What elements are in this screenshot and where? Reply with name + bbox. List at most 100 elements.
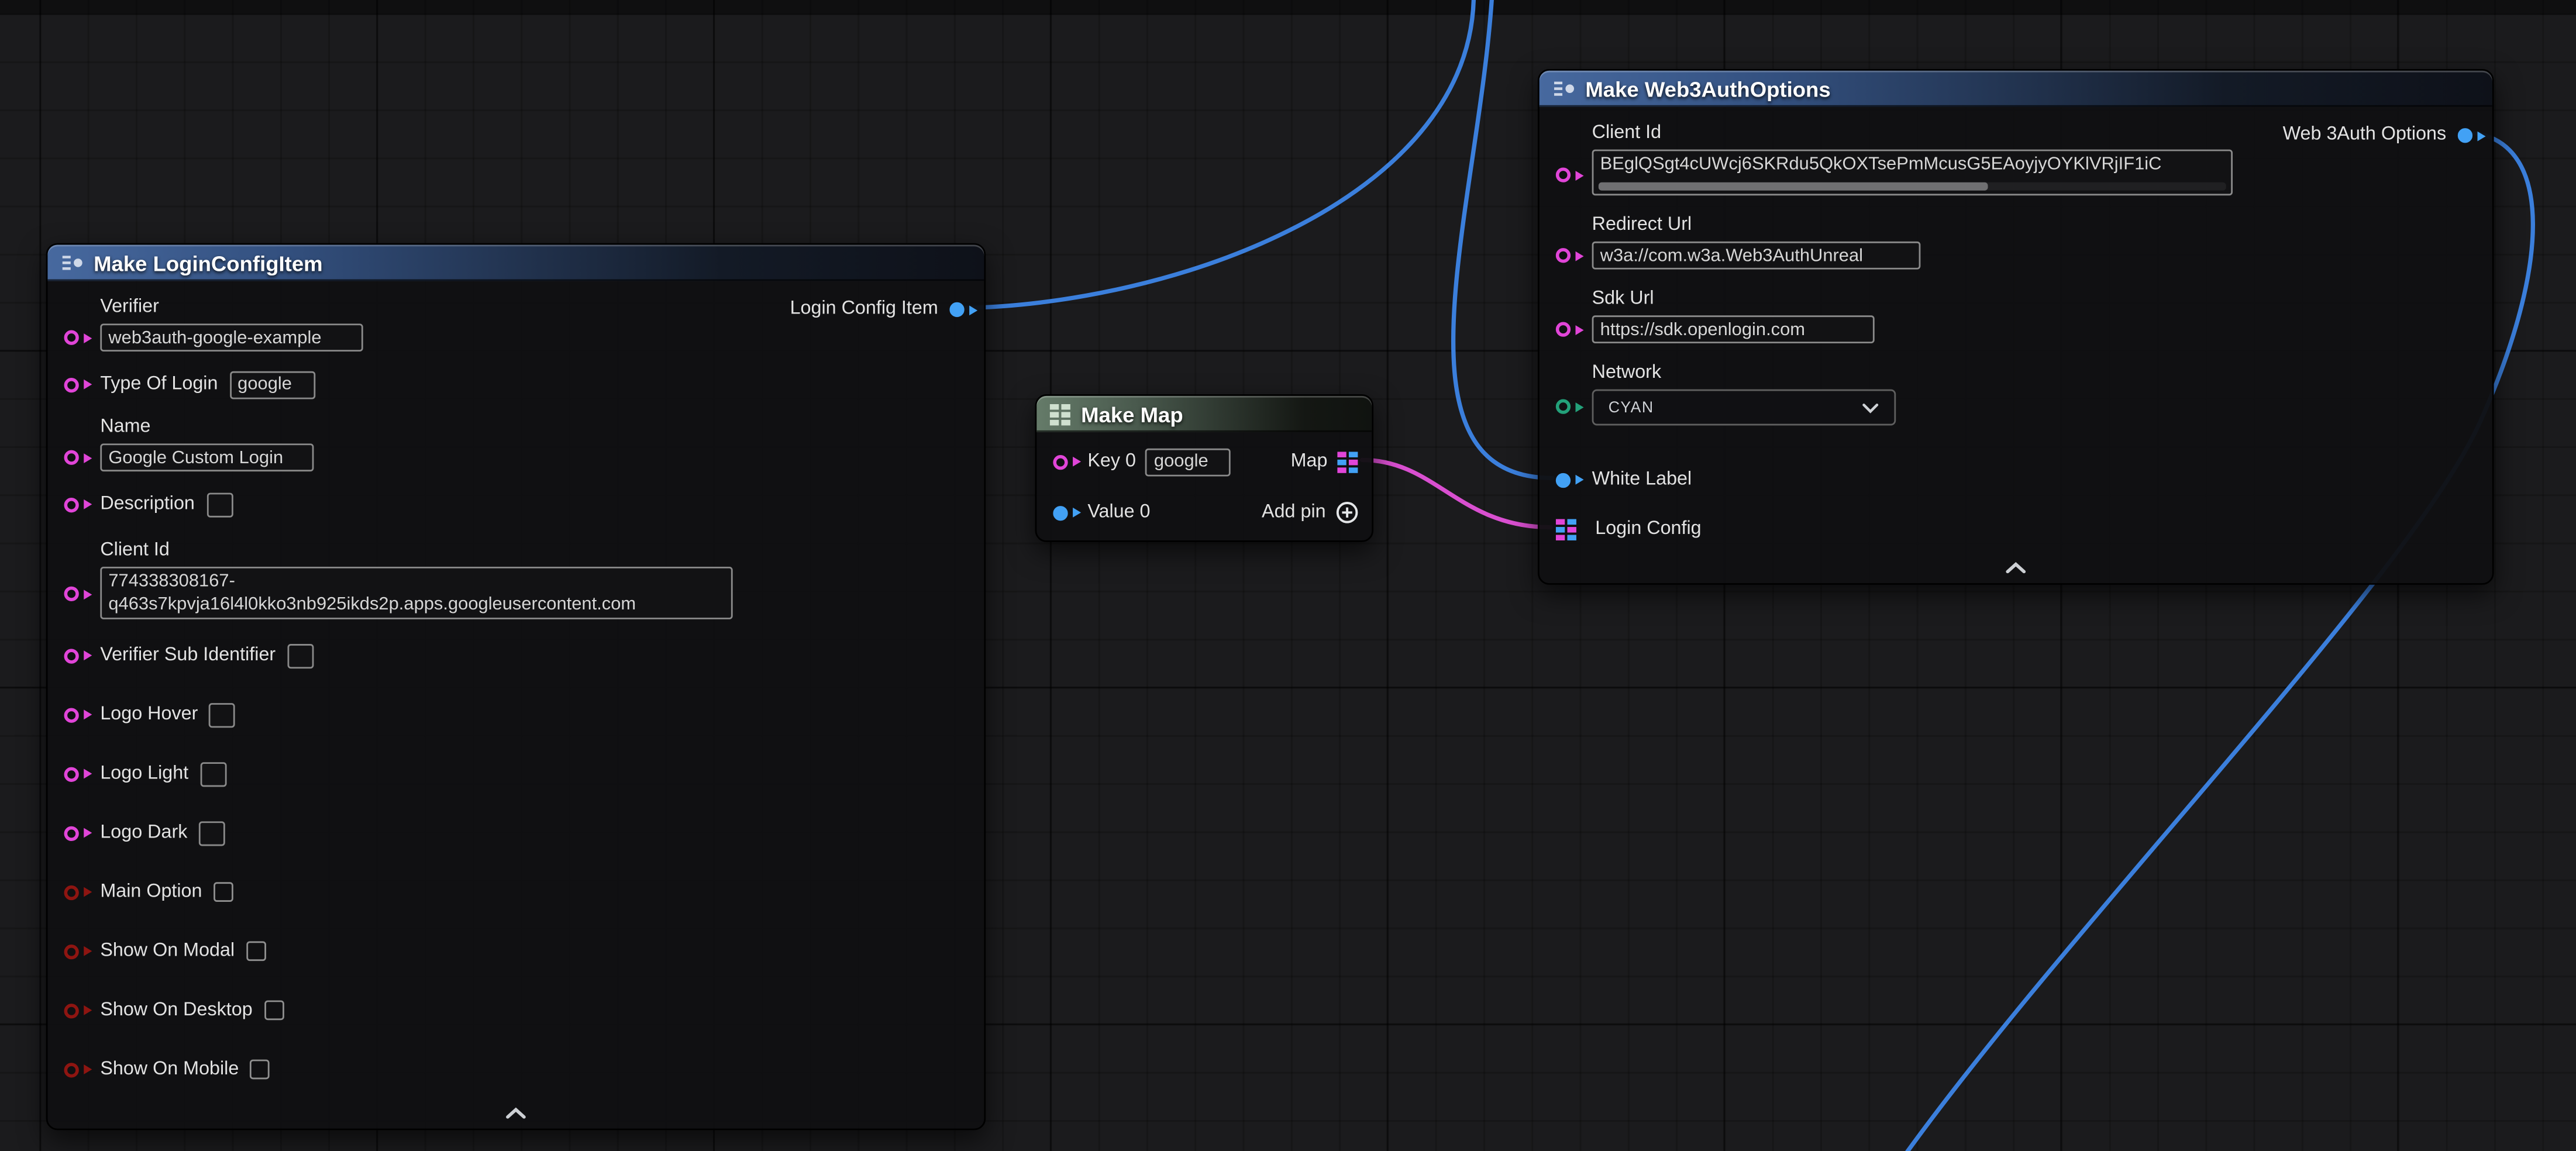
string-pin[interactable] [64, 707, 79, 722]
collapse-chevron-icon[interactable] [2005, 562, 2027, 574]
name-input[interactable] [100, 443, 314, 471]
pin-group-client-id: Client Id 774338308167-q463s7kpvja16l4l0… [64, 540, 965, 619]
pin-row-logo-dark: Logo Dark [64, 816, 965, 849]
pin-row-white-label: White Label [1556, 463, 2472, 496]
pin-row-description: Description [64, 488, 965, 521]
main-option-checkbox[interactable] [213, 882, 233, 902]
pin-label: Main Option [100, 881, 202, 903]
collapse-chevron-icon[interactable] [504, 1107, 527, 1119]
boolean-pin[interactable] [64, 1003, 79, 1018]
pin-group-network: Network CYAN [1556, 363, 2472, 426]
pin-group-sdk-url: Sdk Url [1556, 289, 2472, 343]
node-make-map[interactable]: Make Map Key 0 Map [1035, 394, 1373, 542]
node-make-web3authoptions[interactable]: Make Web3AuthOptions Web 3Auth Options C… [1538, 69, 2494, 585]
wire-map-to-login-config[interactable] [1362, 460, 1551, 527]
node-header[interactable]: Make Map [1036, 396, 1372, 432]
pin-label: Client Id [100, 540, 732, 562]
chevron-down-icon [1861, 402, 1879, 413]
show-on-modal-checkbox[interactable] [246, 941, 266, 961]
boolean-pin[interactable] [64, 1062, 79, 1077]
string-pin[interactable] [64, 377, 79, 392]
key0-left: Key 0 [1053, 447, 1231, 475]
pin-label: Key 0 [1087, 451, 1136, 473]
pin-row-show-on-mobile: Show On Mobile [64, 1053, 965, 1085]
description-input[interactable] [206, 492, 233, 516]
node-title: Make Map [1081, 402, 1183, 426]
key0-input[interactable] [1146, 447, 1231, 475]
add-pin-button[interactable]: Add pin [1262, 501, 1359, 524]
pin-label: Verifier Sub Identifier [100, 645, 275, 666]
pin-label: Show On Modal [100, 940, 235, 962]
boolean-pin[interactable] [64, 944, 79, 959]
node-make-loginconfigitem[interactable]: Make LoginConfigItem Login Config Item V… [46, 243, 986, 1131]
type-of-login-input[interactable] [229, 370, 315, 398]
pin-group-redirect-url: Redirect Url [1556, 215, 2472, 270]
client-id-input[interactable]: 774338308167-q463s7kpvja16l4l0kko3nb925i… [100, 567, 732, 619]
logo-light-input[interactable] [200, 761, 226, 786]
struct-pin[interactable] [1053, 505, 1067, 520]
node-title: Make Web3AuthOptions [1585, 77, 1830, 101]
wire-login-config-item-output[interactable] [965, 0, 1474, 308]
string-pin[interactable] [64, 766, 79, 781]
string-pin[interactable] [64, 497, 79, 512]
node-header[interactable]: Make LoginConfigItem [47, 244, 984, 281]
pin-row-login-config: Login Config [1556, 512, 2472, 545]
redirect-url-input[interactable] [1592, 242, 1921, 270]
pin-label: White Label [1592, 469, 1692, 491]
logo-hover-input[interactable] [209, 702, 236, 727]
enum-pin[interactable] [1556, 399, 1571, 414]
string-pin[interactable] [1556, 248, 1571, 263]
pin-group-name: Name [64, 417, 965, 471]
pin-label: Redirect Url [1592, 215, 1921, 237]
sdk-url-input[interactable] [1592, 315, 1875, 343]
string-pin[interactable] [1556, 167, 1571, 182]
pin-label: Description [100, 494, 195, 515]
blueprint-graph-canvas[interactable]: Make LoginConfigItem Login Config Item V… [0, 0, 2576, 1151]
value0-left: Value 0 [1053, 502, 1150, 523]
string-pin[interactable] [1556, 322, 1571, 337]
show-on-desktop-checkbox[interactable] [264, 1000, 284, 1020]
pin-row-verifier-sub-identifier: Verifier Sub Identifier [64, 639, 965, 672]
pin-label: Sdk Url [1592, 289, 1875, 311]
string-pin[interactable] [64, 825, 79, 840]
logo-dark-input[interactable] [199, 821, 225, 845]
pin-label: Type Of Login [100, 374, 218, 395]
string-pin[interactable] [64, 648, 79, 663]
pin-label: Client Id [1592, 123, 2233, 145]
verifier-sub-identifier-input[interactable] [287, 643, 314, 668]
pin-label: Logo Hover [100, 704, 198, 726]
string-pin[interactable] [64, 450, 79, 465]
pin-label: Show On Desktop [100, 1000, 252, 1021]
node-title: Make LoginConfigItem [94, 250, 323, 275]
map-container-icon [1050, 404, 1072, 425]
login-config-map-pin[interactable] [1556, 518, 1578, 540]
pin-row-main-option: Main Option [64, 876, 965, 908]
client-id-input[interactable]: BEglQSgt4cUWcj6SKRdu5QkOXTsePmMcusG5EAoy… [1592, 150, 2233, 196]
pin-row-logo-hover: Logo Hover [64, 698, 965, 731]
string-pin[interactable] [64, 330, 79, 345]
string-pin[interactable] [64, 587, 79, 601]
map-row-value0: Value 0 Add pin [1053, 496, 1358, 529]
map-output-row: Map [1291, 451, 1359, 473]
pin-row-type-of-login: Type Of Login [64, 368, 965, 401]
pin-group-client-id: Client Id BEglQSgt4cUWcj6SKRdu5QkOXTsePm… [1556, 123, 2472, 196]
add-pin-icon [1335, 501, 1358, 524]
struct-pin[interactable] [1556, 473, 1571, 487]
pin-label: Logo Light [100, 763, 188, 785]
pin-row-logo-light: Logo Light [64, 757, 965, 790]
output-pin-label: Map [1291, 451, 1328, 473]
network-selected-value: CYAN [1609, 398, 1654, 416]
client-id-scrollbar-track[interactable] [1599, 182, 2226, 191]
network-dropdown[interactable]: CYAN [1592, 390, 1896, 426]
pin-label: Name [100, 417, 314, 439]
client-id-scrollbar-thumb[interactable] [1599, 182, 1988, 191]
verifier-input[interactable] [100, 323, 363, 351]
string-pin[interactable] [1053, 454, 1067, 469]
map-output-pin[interactable] [1337, 451, 1359, 473]
add-pin-label: Add pin [1262, 502, 1326, 523]
pin-label: Logo Dark [100, 822, 187, 844]
boolean-pin[interactable] [64, 884, 79, 899]
node-header[interactable]: Make Web3AuthOptions [1540, 71, 2492, 107]
show-on-mobile-checkbox[interactable] [250, 1060, 270, 1080]
graph-top-edge [0, 0, 2576, 13]
